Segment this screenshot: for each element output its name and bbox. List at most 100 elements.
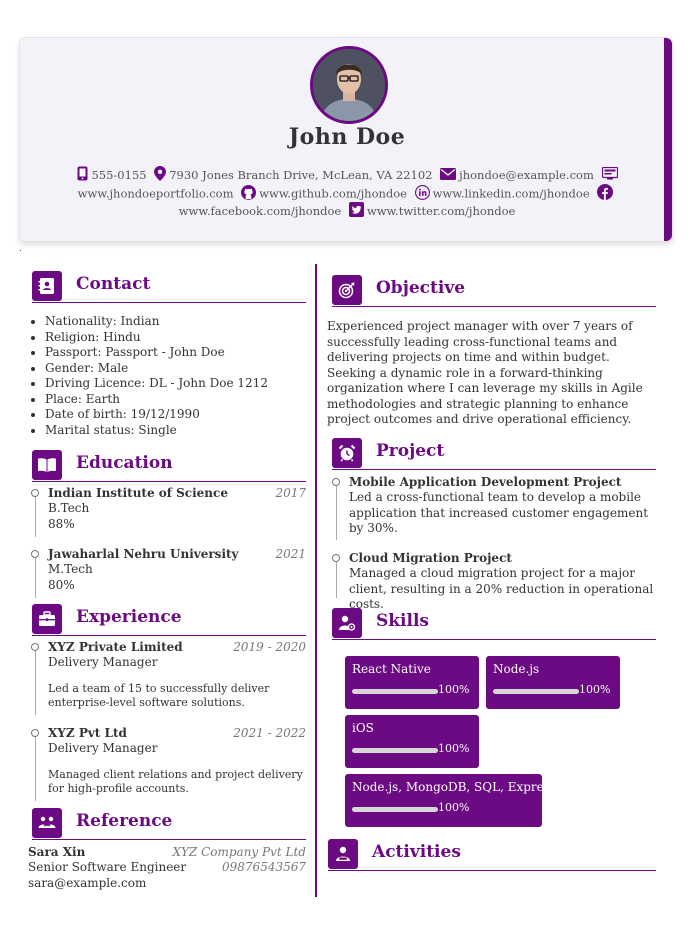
project-entry: Mobile Application Development Project L… — [332, 475, 656, 540]
reference-phone: 09876543567 — [222, 860, 306, 874]
github-link[interactable]: www.github.com/jhondoe — [259, 187, 407, 201]
reference-role: Senior Software Engineer — [28, 860, 187, 874]
contact-line-3: www.facebook.com/jhondoe www.twitter.com… — [20, 202, 674, 220]
project-entry: Cloud Migration Project Managed a cloud … — [332, 551, 656, 611]
education-entry: Indian Institute of Science 2017 B.Tech … — [31, 486, 306, 537]
skill-level: 100% — [438, 742, 470, 755]
skill-progress-track — [493, 689, 579, 694]
education-year: 2017 — [275, 486, 306, 500]
github-icon — [241, 184, 257, 203]
handshake-icon — [32, 808, 62, 838]
facebook-link[interactable]: www.facebook.com/jhondoe — [179, 204, 342, 218]
objective-title: Objective — [376, 278, 466, 298]
education-school: Jawaharlal Nehru University — [48, 547, 239, 561]
skill-name: Node.js, MongoDB, SQL, Express — [352, 780, 557, 794]
phone-icon — [77, 166, 88, 184]
timeline-dot — [332, 478, 340, 486]
skill-progress-fill — [352, 689, 438, 694]
contact-title: Contact — [76, 274, 151, 294]
timeline-dot — [31, 550, 39, 558]
linkedin-link[interactable]: www.linkedin.com/jhondoe — [433, 187, 590, 201]
experience-dates: 2021 - 2022 — [233, 726, 306, 740]
experience-section-heading: Experience — [32, 604, 306, 636]
project-description: Led a cross-functional team to develop a… — [349, 490, 649, 535]
activities-title: Activities — [372, 842, 461, 862]
user-gear-icon — [332, 608, 362, 638]
address-text: 7930 Jones Branch Drive, McLean, VA 2210… — [169, 168, 433, 182]
envelope-icon — [440, 167, 457, 183]
education-entry: Jawaharlal Nehru University 2021 M.Tech … — [31, 547, 306, 598]
education-year: 2021 — [275, 547, 306, 561]
info-passport: Passport: Passport - John Doe — [45, 345, 268, 361]
linkedin-icon — [414, 184, 430, 203]
target-icon — [332, 275, 362, 305]
objective-text: Experienced project manager with over 7 … — [327, 319, 643, 426]
skill-progress-fill — [352, 807, 438, 812]
experience-role: Delivery Manager — [48, 741, 158, 755]
email-link[interactable]: jhondoe@example.com — [459, 168, 594, 182]
skill-name: Node.js — [493, 662, 540, 676]
reference-email[interactable]: sara@example.com — [28, 876, 146, 890]
experience-title: Experience — [76, 607, 182, 627]
info-marital-status: Marital status: Single — [45, 423, 268, 439]
reference-name: Sara Xin — [28, 845, 86, 859]
personal-info-list: Nationality: Indian Religion: Hindu Pass… — [28, 314, 268, 438]
info-driving-licence: Driving Licence: DL - John Doe 1212 — [45, 376, 268, 392]
info-nationality: Nationality: Indian — [45, 314, 268, 330]
project-section-heading: Project — [332, 438, 656, 470]
skill-card: Node.js 100% — [486, 656, 620, 709]
portfolio-link[interactable]: www.jhondoeportfolio.com — [78, 187, 234, 201]
facebook-round-icon — [597, 184, 614, 203]
education-title: Education — [76, 453, 173, 473]
address-book-icon — [32, 271, 62, 301]
user-activity-icon — [328, 839, 358, 869]
header-mark: . — [19, 244, 22, 254]
timeline-line — [35, 558, 36, 598]
reference-section-heading: Reference — [32, 808, 306, 840]
skill-progress-track — [352, 748, 438, 753]
timeline-line — [35, 497, 36, 537]
reference-title: Reference — [76, 811, 173, 831]
twitter-link[interactable]: www.twitter.com/jhondoe — [367, 204, 515, 218]
twitter-icon — [348, 202, 364, 220]
timeline-dot — [31, 729, 39, 737]
timeline-line — [336, 562, 337, 598]
experience-company: XYZ Private Limited — [48, 640, 183, 654]
phone-text[interactable]: 555-0155 — [91, 168, 146, 182]
timeline-line — [336, 486, 337, 540]
info-date-of-birth: Date of birth: 19/12/1990 — [45, 407, 268, 423]
experience-description: Led a team of 15 to successfully deliver… — [48, 682, 270, 709]
education-section-heading: Education — [32, 450, 306, 482]
project-name: Mobile Application Development Project — [349, 475, 622, 489]
skills-section-heading: Skills — [332, 608, 656, 640]
skill-card: Node.js, MongoDB, SQL, Express 100% — [345, 774, 556, 827]
experience-description: Managed client relations and project del… — [48, 768, 303, 795]
reference-company: XYZ Company Pvt Ltd — [172, 845, 306, 859]
project-description: Managed a cloud migration project for a … — [349, 566, 654, 611]
info-religion: Religion: Hindu — [45, 330, 268, 346]
education-score: 80% — [48, 578, 75, 592]
education-degree: B.Tech — [48, 501, 90, 515]
contact-section-heading: Contact — [32, 271, 306, 303]
experience-dates: 2019 - 2020 — [233, 640, 306, 654]
column-divider — [315, 264, 317, 897]
website-icon — [601, 166, 618, 183]
info-place: Place: Earth — [45, 392, 268, 408]
experience-company: XYZ Pvt Ltd — [48, 726, 127, 740]
skill-level: 100% — [579, 683, 611, 696]
skill-level: 100% — [438, 683, 470, 696]
candidate-name: John Doe — [288, 124, 406, 150]
briefcase-icon — [32, 604, 62, 634]
education-degree: M.Tech — [48, 562, 93, 576]
resume-header: John Doe 555-0155 7930 Jones Branch Driv… — [19, 37, 673, 242]
activities-section-heading: Activities — [328, 839, 656, 871]
skill-progress-track — [352, 807, 438, 812]
objective-section-heading: Objective — [332, 275, 656, 307]
profile-photo — [310, 46, 388, 124]
project-name: Cloud Migration Project — [349, 551, 512, 565]
education-score: 88% — [48, 517, 75, 531]
reference-entry: Sara Xin XYZ Company Pvt Ltd Senior Soft… — [28, 845, 306, 893]
timeline-dot — [31, 489, 39, 497]
education-school: Indian Institute of Science — [48, 486, 228, 500]
map-pin-icon — [154, 166, 167, 184]
